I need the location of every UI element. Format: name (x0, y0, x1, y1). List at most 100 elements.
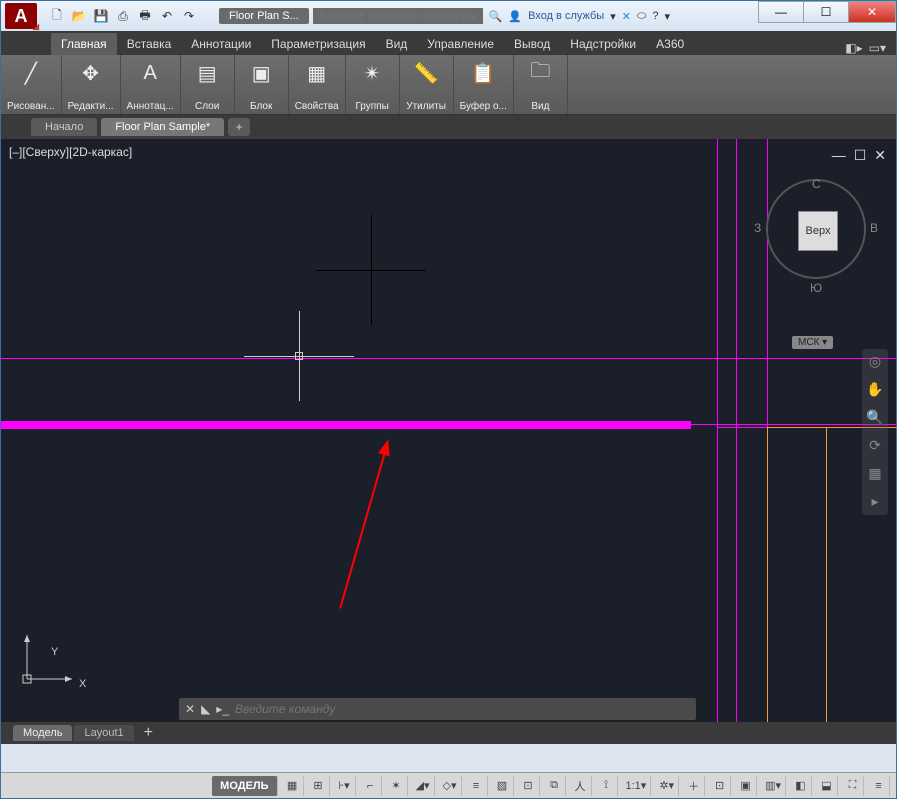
panel-properties[interactable]: ▦Свойства (289, 55, 346, 114)
sb-customize-icon[interactable]: ≡ (868, 776, 890, 796)
sb-ortho-icon[interactable]: ⌐ (360, 776, 382, 796)
sb-hardware-accel-icon[interactable]: ⬓ (816, 776, 838, 796)
viewcube-top-face[interactable]: Верх (798, 211, 838, 251)
ribbon-tab-output[interactable]: Вывод (504, 33, 560, 55)
search-icon[interactable]: 🔍 (489, 10, 503, 23)
viewcube-south[interactable]: Ю (810, 281, 822, 295)
panel-clipboard[interactable]: 📋Буфер о... (454, 55, 514, 114)
layout-tab-model[interactable]: Модель (13, 725, 72, 741)
sb-lock-ui-icon[interactable]: ▥▾ (761, 776, 786, 796)
cmdline-history-icon[interactable]: ◣ (201, 702, 210, 716)
infocenter-search[interactable] (313, 8, 483, 24)
exchange-icon[interactable]: ✕ (622, 10, 631, 23)
layout-add-button[interactable]: + (136, 724, 161, 742)
signin-link[interactable]: Вход в службы (528, 10, 604, 22)
command-line[interactable]: ✕ ◣ ▸_ (179, 698, 696, 720)
nav-expand-icon[interactable]: ▸ (866, 493, 884, 511)
sb-lineweight-icon[interactable]: ≡ (466, 776, 488, 796)
help-dropdown-icon[interactable]: ▾ (664, 10, 670, 23)
panel-layers[interactable]: ▤Слои (181, 55, 235, 114)
ribbon-tab-a360[interactable]: A360 (646, 33, 694, 55)
sb-annoscale-icon[interactable]: ⧉ (544, 776, 566, 796)
undo-icon[interactable]: ↶ (157, 6, 177, 26)
viewcube-wcs[interactable]: МСК ▾ (792, 336, 833, 349)
file-tabs: Начало Floor Plan Sample* + (1, 115, 896, 139)
sb-iso-icon[interactable]: ◢▾ (412, 776, 435, 796)
maximize-button[interactable]: ☐ (803, 1, 849, 23)
sb-grid-icon[interactable]: ▦ (282, 776, 304, 796)
open-icon[interactable]: 📂 (69, 6, 89, 26)
panel-block[interactable]: ▣Блок (235, 55, 289, 114)
viewcube-east[interactable]: В (870, 221, 878, 235)
app-menu-icon[interactable]: A (5, 3, 37, 29)
plot-icon[interactable]: 🖶 (135, 6, 155, 26)
new-icon[interactable]: 🗋 (47, 6, 67, 26)
sb-polar-icon[interactable]: ✶ (386, 776, 408, 796)
ribbon-tab-insert[interactable]: Вставка (117, 33, 182, 55)
quick-access-toolbar: 🗋 📂 💾 ⎙ 🖶 ↶ ↷ (47, 6, 199, 26)
file-tab-active[interactable]: Floor Plan Sample* (101, 118, 224, 136)
layout-tabs: Модель Layout1 + (1, 722, 896, 744)
nav-orbit-icon[interactable]: ⟳ (866, 437, 884, 455)
line-icon: ╱ (15, 59, 47, 87)
sb-workspace-icon[interactable]: ✲▾ (655, 776, 679, 796)
nav-zoom-icon[interactable]: 🔍 (866, 409, 884, 427)
panel-annotation[interactable]: AАннотац... (121, 55, 181, 114)
sb-osnap-icon[interactable]: ◇▾ (439, 776, 462, 796)
viewcube[interactable]: С Ю В З Верх МСК ▾ (766, 179, 866, 309)
panel-draw[interactable]: ╱Рисован... (1, 55, 62, 114)
window-title: Floor Plan S... (219, 8, 309, 24)
statusbar: МОДЕЛЬ ▦ ⊞ ⊦▾ ⌐ ✶ ◢▾ ◇▾ ≡ ▧ ⊡ ⧉ 人 ⟟ 1:1▾… (1, 772, 896, 798)
viewcube-west[interactable]: З (754, 221, 761, 235)
nav-wheel-icon[interactable]: ◎ (866, 353, 884, 371)
nav-pan-icon[interactable]: ✋ (866, 381, 884, 399)
a360-icon[interactable]: ⬭ (637, 10, 646, 23)
sb-annovisibility-icon[interactable]: 人 (570, 776, 592, 796)
sb-infer-icon[interactable]: ⊦▾ (334, 776, 356, 796)
nav-showmotion-icon[interactable]: ▦ (866, 465, 884, 483)
ucs-icon[interactable]: Y X (17, 629, 87, 692)
minimize-button[interactable]: — (758, 1, 804, 23)
sb-quickprops-icon[interactable]: ▣ (735, 776, 757, 796)
ribbon-tab-home[interactable]: Главная (51, 33, 117, 55)
help-icon[interactable]: ? (652, 10, 658, 22)
sb-modelspace[interactable]: МОДЕЛЬ (212, 776, 277, 796)
close-button[interactable]: ✕ (848, 1, 896, 23)
sb-cycling-icon[interactable]: ⊡ (518, 776, 540, 796)
measure-icon: 📏 (410, 59, 442, 87)
drawing-area[interactable]: [–][Сверху][2D-каркас] — ☐ ✕ (1, 139, 896, 744)
cmdline-close-icon[interactable]: ✕ (185, 702, 195, 716)
command-input[interactable] (235, 702, 690, 716)
sb-transparency-icon[interactable]: ▧ (492, 776, 514, 796)
layout-tab-layout1[interactable]: Layout1 (74, 725, 133, 741)
viewcube-north[interactable]: С (812, 177, 821, 191)
panel-view[interactable]: 🗀Вид (514, 55, 568, 114)
ribbon-tab-parametric[interactable]: Параметризация (261, 33, 375, 55)
app-window: A 🗋 📂 💾 ⎙ 🖶 ↶ ↷ Floor Plan S... 🔍 👤 Вход… (0, 0, 897, 799)
ribbon-minimize-icon[interactable]: ▭▾ (869, 41, 886, 55)
sb-autoscale-icon[interactable]: ⟟ (596, 776, 618, 796)
signin-dropdown-icon[interactable]: ▾ (610, 10, 616, 23)
sb-annotation-monitor-icon[interactable]: ＋ (683, 776, 705, 796)
save-icon[interactable]: 💾 (91, 6, 111, 26)
file-tab-start[interactable]: Начало (31, 118, 97, 136)
saveas-icon[interactable]: ⎙ (113, 6, 133, 26)
sb-scale[interactable]: 1:1▾ (622, 776, 652, 796)
panel-utilities[interactable]: 📏Утилиты (400, 55, 454, 114)
sb-cleanscreen-icon[interactable]: ⛶ (842, 776, 864, 796)
redo-icon[interactable]: ↷ (179, 6, 199, 26)
panel-groups[interactable]: ✴Группы (346, 55, 400, 114)
clipboard-icon: 📋 (467, 59, 499, 87)
ribbon-tab-annotate[interactable]: Аннотации (181, 33, 261, 55)
ribbon-tab-view[interactable]: Вид (376, 33, 418, 55)
panel-modify[interactable]: ✥Редакти... (62, 55, 121, 114)
layers-icon: ▤ (191, 59, 223, 87)
ribbon-tab-addins[interactable]: Надстройки (560, 33, 646, 55)
ribbon-expand-icon[interactable]: ◧▸ (845, 41, 862, 55)
ribbon-tab-manage[interactable]: Управление (417, 33, 504, 55)
annotation-arrow (339, 445, 388, 609)
sb-snap-icon[interactable]: ⊞ (308, 776, 330, 796)
sb-units-icon[interactable]: ⊡ (709, 776, 731, 796)
new-tab-button[interactable]: + (228, 118, 250, 136)
sb-isolate-icon[interactable]: ◧ (790, 776, 812, 796)
